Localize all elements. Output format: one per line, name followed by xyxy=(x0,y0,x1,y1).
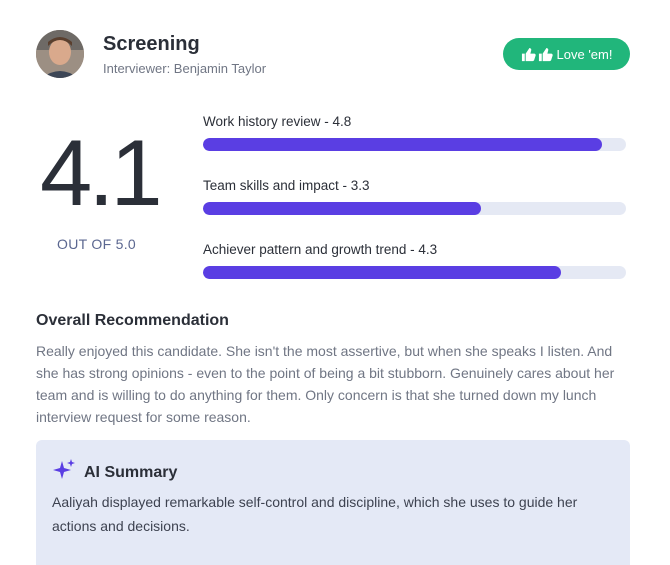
metric-label: Achiever pattern and growth trend - 4.3 xyxy=(203,242,438,257)
progress-track xyxy=(203,202,626,215)
love-em-button[interactable]: Love 'em! xyxy=(503,38,630,70)
sparkle-icon xyxy=(52,458,76,487)
metric-team-skills: Team skills and impact - 3.3 xyxy=(203,178,626,215)
ai-summary-body: Aaliyah displayed remarkable self-contro… xyxy=(52,494,578,534)
metric-label: Team skills and impact - 3.3 xyxy=(203,178,370,193)
ai-summary-title: AI Summary xyxy=(84,463,178,481)
progress-fill xyxy=(203,266,561,279)
metric-work-history: Work history review - 4.8 xyxy=(203,114,626,151)
progress-track xyxy=(203,266,626,279)
interviewer-avatar xyxy=(36,30,84,78)
page-title: Screening xyxy=(103,33,200,55)
interviewer-name: Interviewer: Benjamin Taylor xyxy=(103,61,267,76)
recommendation-body: Really enjoyed this candidate. She isn't… xyxy=(36,343,615,425)
progress-track xyxy=(203,138,626,151)
progress-fill xyxy=(203,138,602,151)
score-scale: OUT OF 5.0 xyxy=(57,236,136,252)
overall-score: 4.1 xyxy=(40,120,163,225)
metric-achiever-pattern: Achiever pattern and growth trend - 4.3 xyxy=(203,242,626,279)
ai-summary-header: AI Summary xyxy=(52,458,177,487)
metric-label: Work history review - 4.8 xyxy=(203,114,352,129)
progress-fill xyxy=(203,202,482,215)
thumbs-up-icon xyxy=(521,47,553,62)
recommendation-heading: Overall Recommendation xyxy=(36,312,229,329)
love-em-label: Love 'em! xyxy=(556,46,613,62)
ai-summary-panel: AI Summary Aaliyah displayed remarkable … xyxy=(36,440,630,565)
